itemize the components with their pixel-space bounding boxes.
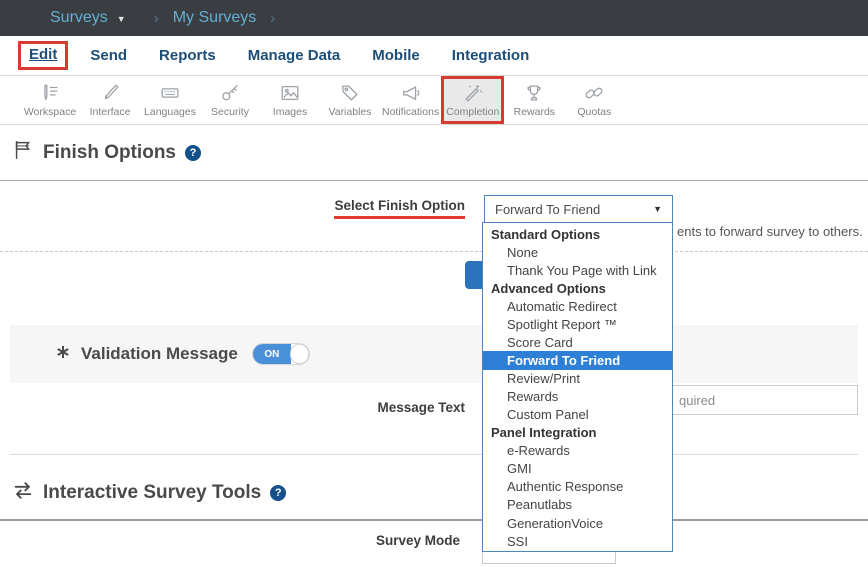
trophy-icon	[523, 82, 545, 104]
nav-tab-integration[interactable]: Integration	[452, 47, 530, 64]
breadcrumb-separator-icon: ›	[154, 10, 159, 27]
breadcrumb-separator-icon: ›	[270, 10, 275, 27]
toolbar-item-label: Languages	[144, 106, 196, 118]
page-title: Finish Options	[43, 142, 176, 164]
dropdown-option[interactable]: SSI	[483, 532, 672, 550]
flag-icon	[12, 139, 34, 166]
nav-tab-mobile[interactable]: Mobile	[372, 47, 420, 64]
toolbar-item-label: Interface	[90, 106, 131, 118]
page: Surveys ▼ › My Surveys › Edit Send Reports…	[0, 0, 868, 567]
toolbar-item-label: Images	[273, 106, 307, 118]
dropdown-group-label: Standard Options	[483, 225, 672, 243]
finish-option-helper: ents to forward survey to others. ?	[677, 224, 868, 239]
dropdown-option[interactable]: Thank You Page with Link	[483, 261, 672, 279]
validation-message-header: Validation Message ON	[10, 325, 858, 383]
nav-tab-reports[interactable]: Reports	[159, 47, 216, 64]
chevron-down-icon[interactable]: ▼	[117, 14, 126, 24]
dropdown-option[interactable]: Peanutlabs	[483, 496, 672, 514]
select-caret-icon: ▼	[653, 204, 662, 214]
dropdown-option[interactable]: Spotlight Report ™	[483, 315, 672, 333]
toolbar-item-quotas[interactable]: Quotas	[564, 76, 624, 124]
breadcrumb-surveys[interactable]: Surveys	[50, 9, 108, 27]
divider	[0, 180, 868, 181]
megaphone-icon	[400, 82, 422, 104]
toolbar-item-workspace[interactable]: Workspace	[20, 76, 80, 124]
dropdown-option[interactable]: GMI	[483, 460, 672, 478]
dropdown-group-label: Panel Integration	[483, 424, 672, 442]
finish-option-selected-value: Forward To Friend	[495, 202, 600, 217]
validation-message-title: Validation Message	[81, 344, 238, 364]
toolbar-item-label: Notifications	[382, 106, 439, 118]
select-finish-option-label: Select Finish Option	[0, 198, 465, 219]
dropdown-option[interactable]: Rewards	[483, 388, 672, 406]
toolbar-item-images[interactable]: Images	[260, 76, 320, 124]
validation-message-panel: Validation Message ON Message Text quire…	[10, 325, 858, 455]
toolbar-item-label: Security	[211, 106, 249, 118]
toolbar-item-label: Quotas	[577, 106, 611, 118]
help-icon[interactable]: ?	[185, 145, 201, 161]
keyboard-icon	[159, 82, 181, 104]
help-icon[interactable]: ?	[270, 485, 286, 501]
toolbar-item-label: Workspace	[24, 106, 76, 118]
toolbar-item-label: Variables	[329, 106, 372, 118]
annotation-highlight-box: Edit	[18, 41, 68, 70]
dropdown-option[interactable]: Forward To Friend	[483, 351, 672, 369]
breadcrumb-my-surveys[interactable]: My Surveys	[173, 9, 257, 27]
interactive-survey-tools-header: Interactive Survey Tools ?	[12, 479, 286, 506]
swap-arrows-icon	[12, 479, 34, 506]
toolbar-item-interface[interactable]: Interface	[80, 76, 140, 124]
nav-tab-manage-data[interactable]: Manage Data	[248, 47, 341, 64]
key-icon	[219, 82, 241, 104]
image-icon	[279, 82, 301, 104]
toggle-knob	[290, 344, 309, 364]
wand-icon	[462, 82, 484, 104]
validation-message-toggle[interactable]: ON	[252, 343, 310, 365]
toolbar-item-languages[interactable]: Languages	[140, 76, 200, 124]
dropdown-option[interactable]: e-Rewards	[483, 442, 672, 460]
nav-tab-edit[interactable]: Edit	[29, 46, 57, 63]
toolbar-item-variables[interactable]: Variables	[320, 76, 380, 124]
tag-icon	[339, 82, 361, 104]
dropdown-option[interactable]: Automatic Redirect	[483, 297, 672, 315]
finish-options-header: Finish Options ?	[12, 139, 201, 166]
dropdown-group-label: Advanced Options	[483, 279, 672, 297]
dashed-divider	[0, 251, 868, 252]
dropdown-option[interactable]: Review/Print	[483, 370, 672, 388]
finish-option-dropdown: Standard OptionsNoneThank You Page with …	[482, 222, 673, 552]
divider	[0, 519, 868, 521]
asterisk-icon	[55, 344, 71, 365]
dropdown-option[interactable]: None	[483, 243, 672, 261]
helper-text: ents to forward survey to others.	[677, 224, 863, 239]
toolbar-item-rewards[interactable]: Rewards	[504, 76, 564, 124]
pen-list-icon	[39, 82, 61, 104]
main-nav: Edit Send Reports Manage Data Mobile Integrat…	[0, 36, 868, 76]
toolbar-item-label: Completion	[446, 106, 499, 118]
chain-icon	[583, 82, 605, 104]
dropdown-option[interactable]: Score Card	[483, 333, 672, 351]
toolbar-item-notifications[interactable]: Notifications	[380, 76, 441, 124]
toolbar-item-completion[interactable]: Completion	[441, 76, 504, 124]
toggle-on-label: ON	[253, 344, 291, 364]
edit-toolbar: Workspace Interface Languages Security Image…	[0, 76, 868, 125]
toolbar-item-security[interactable]: Security	[200, 76, 260, 124]
section-title: Interactive Survey Tools	[43, 482, 261, 504]
breadcrumb: Surveys ▼ › My Surveys ›	[0, 0, 868, 36]
brush-icon	[99, 82, 121, 104]
dropdown-option[interactable]: GenerationVoice	[483, 514, 672, 532]
nav-tab-send[interactable]: Send	[90, 47, 127, 64]
dropdown-option[interactable]: Custom Panel	[483, 406, 672, 424]
survey-mode-label: Survey Mode	[0, 533, 460, 548]
dropdown-option[interactable]: Authentic Response	[483, 478, 672, 496]
message-text-label: Message Text	[10, 400, 465, 415]
finish-option-select[interactable]: Forward To Friend ▼	[484, 195, 673, 223]
toolbar-item-label: Rewards	[514, 106, 555, 118]
